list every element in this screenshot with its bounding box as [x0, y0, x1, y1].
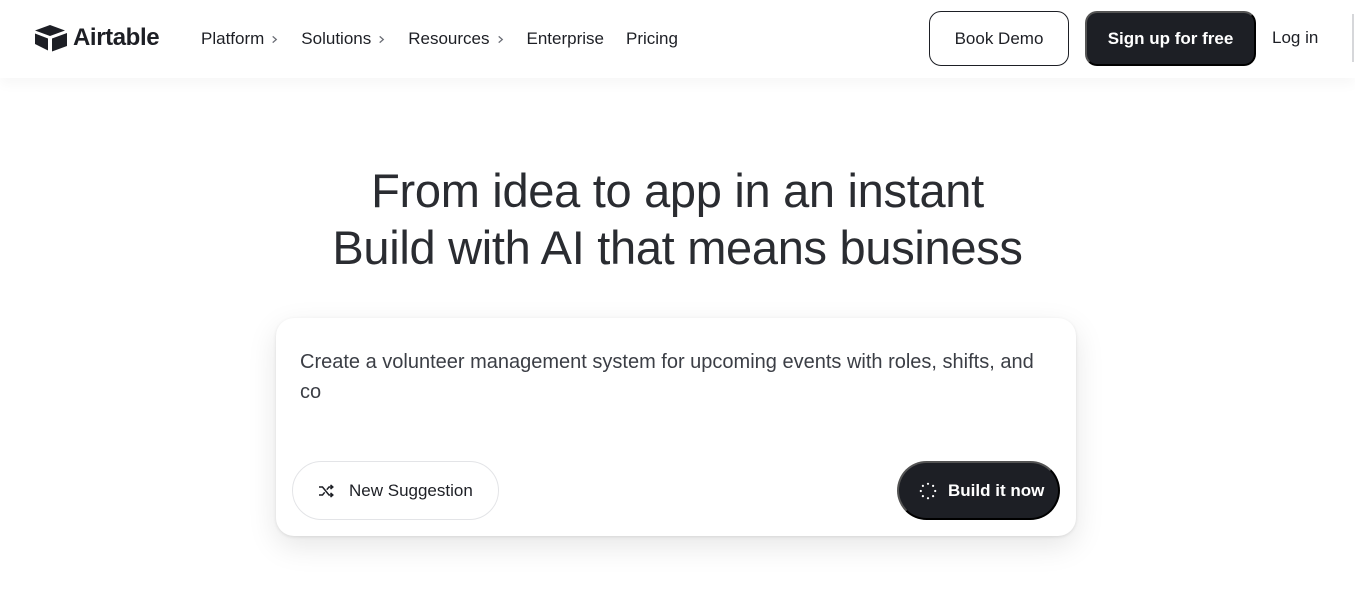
- new-suggestion-button[interactable]: New Suggestion: [292, 461, 499, 520]
- new-suggestion-label: New Suggestion: [349, 480, 473, 500]
- scrollbar-edge: [1352, 14, 1354, 62]
- loading-spinner-icon: [919, 482, 937, 499]
- build-it-now-button[interactable]: Build it now: [897, 461, 1060, 520]
- airtable-logo-link[interactable]: Airtable: [33, 22, 160, 54]
- nav-item-enterprise[interactable]: Enterprise: [527, 29, 604, 49]
- log-in-link[interactable]: Log in: [1272, 28, 1318, 48]
- nav-item-solutions[interactable]: Solutions: [301, 29, 386, 49]
- nav-item-pricing[interactable]: Pricing: [626, 29, 678, 49]
- nav-item-label: Resources: [408, 29, 490, 48]
- nav-item-label: Solutions: [301, 29, 372, 48]
- build-it-now-label: Build it now: [948, 480, 1045, 500]
- chevron-right-icon: [379, 35, 385, 43]
- hero-line-1: From idea to app in an instant: [371, 164, 984, 217]
- chevron-right-icon: [497, 35, 503, 43]
- book-demo-button[interactable]: Book Demo: [929, 11, 1069, 66]
- prompt-input[interactable]: Create a volunteer management system for…: [300, 347, 1040, 407]
- ai-prompt-card: Create a volunteer management system for…: [276, 318, 1076, 536]
- chevron-right-icon: [272, 35, 278, 43]
- top-navigation: Airtable Platform Solutions Resources En…: [0, 0, 1355, 78]
- nav-item-resources[interactable]: Resources: [408, 29, 504, 49]
- nav-item-label: Platform: [201, 29, 265, 48]
- nav-item-label: Enterprise: [526, 29, 604, 48]
- hero-heading: From idea to app in an instant Build wit…: [0, 162, 1355, 276]
- brand-name: Airtable: [73, 24, 160, 51]
- shuffle-icon: [319, 483, 334, 498]
- hero-line-2: Build with AI that means business: [332, 221, 1023, 274]
- airtable-logo-icon: [35, 25, 67, 52]
- nav-item-platform[interactable]: Platform: [201, 29, 279, 49]
- main-menu: Platform Solutions Resources Enterprise …: [201, 27, 700, 51]
- nav-item-label: Pricing: [625, 29, 678, 48]
- sign-up-button[interactable]: Sign up for free: [1085, 11, 1256, 66]
